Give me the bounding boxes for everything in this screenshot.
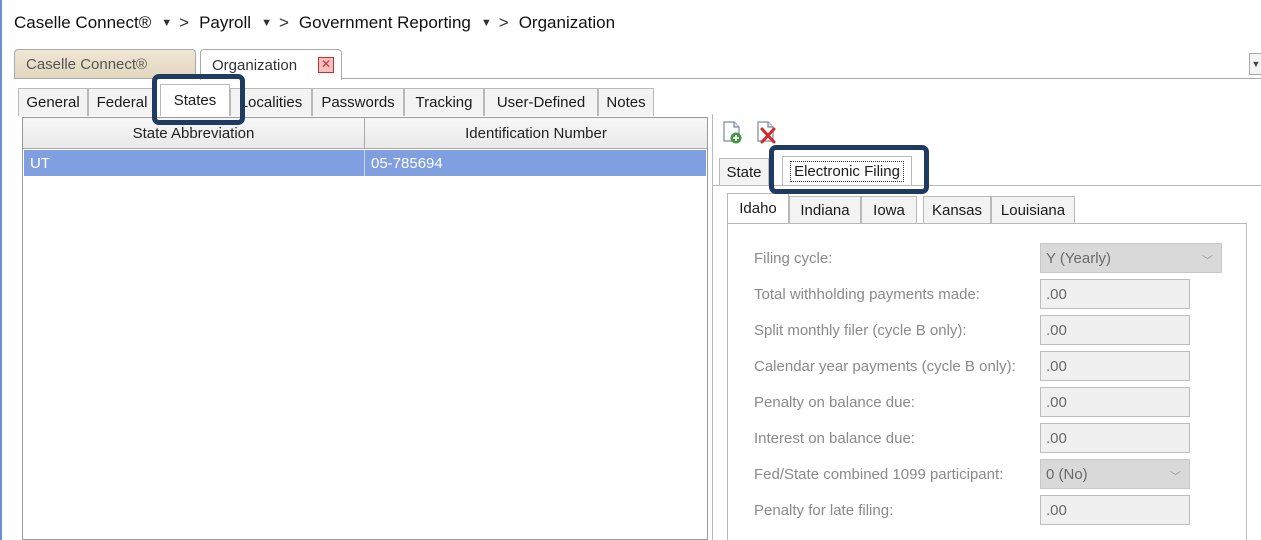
tab-federal[interactable]: Federal	[88, 88, 156, 116]
state-tab-bar: Idaho Indiana Iowa Kansas Louisiana	[727, 193, 1107, 223]
combined-1099-label: Fed/State combined 1099 participant:	[754, 466, 1004, 483]
doc-tab-label: Organization	[212, 56, 298, 74]
chevron-down-icon[interactable]: ▼	[261, 17, 272, 29]
calendar-year-payments-value: .00	[1046, 357, 1067, 375]
breadcrumb-government-reporting[interactable]: Government Reporting	[299, 13, 471, 33]
filing-cycle-select[interactable]: Y (Yearly) ﹀	[1040, 243, 1222, 273]
tab-tracking[interactable]: Tracking	[404, 88, 484, 116]
breadcrumb: Caselle Connect® ▼ > Payroll ▼ > Governm…	[14, 10, 615, 36]
split-monthly-filer-field[interactable]: .00	[1040, 315, 1190, 345]
states-grid: State Abbreviation Identification Number…	[22, 117, 708, 540]
filing-cycle-value: Y (Yearly)	[1046, 249, 1112, 267]
cell-state-abbreviation[interactable]: UT	[24, 150, 365, 176]
doc-tab-caselle-connect[interactable]: Caselle Connect®	[14, 49, 196, 78]
document-tab-bar: Caselle Connect® Organization ✕ ▼	[14, 49, 1261, 80]
tab-idaho[interactable]: Idaho	[727, 193, 789, 223]
total-withholding-field[interactable]: .00	[1040, 279, 1190, 309]
window-edge	[0, 0, 2, 540]
delete-document-icon[interactable]	[755, 120, 777, 144]
add-document-icon[interactable]	[721, 120, 743, 144]
tab-localities[interactable]: Localities	[230, 88, 312, 116]
penalty-balance-due-label: Penalty on balance due:	[754, 394, 915, 411]
breadcrumb-caselle-connect[interactable]: Caselle Connect®	[14, 13, 151, 33]
chevron-down-icon[interactable]: ▼	[1249, 53, 1261, 75]
tab-state[interactable]: State	[719, 158, 769, 185]
tab-electronic-filing-label: Electronic Filing	[790, 160, 904, 182]
column-header-identification-number[interactable]: Identification Number	[365, 118, 707, 149]
idaho-filing-form: Filing cycle: Y (Yearly) ﹀ Total withhol…	[727, 223, 1247, 540]
interest-balance-due-field[interactable]: .00	[1040, 423, 1190, 453]
tab-electronic-filing[interactable]: Electronic Filing	[782, 156, 912, 185]
tab-kansas[interactable]: Kansas	[923, 196, 991, 223]
breadcrumb-separator: >	[278, 13, 289, 32]
column-header-state-abbreviation[interactable]: State Abbreviation	[23, 118, 365, 149]
tab-state-label: State	[726, 163, 762, 181]
chevron-down-icon: ﹀	[1170, 471, 1181, 483]
tab-louisiana[interactable]: Louisiana	[991, 196, 1075, 223]
breadcrumb-separator: >	[498, 13, 509, 32]
penalty-late-filing-field[interactable]: .00	[1040, 495, 1190, 525]
penalty-late-filing-value: .00	[1046, 501, 1067, 519]
tab-states[interactable]: States	[160, 84, 230, 116]
calendar-year-payments-field[interactable]: .00	[1040, 351, 1190, 381]
chevron-down-icon[interactable]: ▼	[161, 17, 172, 29]
tab-iowa[interactable]: Iowa	[861, 196, 917, 223]
tab-general[interactable]: General	[18, 88, 88, 116]
state-detail-panel: State Electronic Filing Idaho Indiana Io…	[712, 114, 1261, 540]
breadcrumb-organization[interactable]: Organization	[519, 13, 615, 33]
breadcrumb-separator: >	[179, 13, 190, 32]
tab-passwords[interactable]: Passwords	[312, 88, 404, 116]
penalty-balance-due-field[interactable]: .00	[1040, 387, 1190, 417]
table-row[interactable]: UT 05-785694	[24, 150, 706, 176]
tab-user-defined[interactable]: User-Defined	[484, 88, 598, 116]
interest-balance-due-label: Interest on balance due:	[754, 430, 915, 447]
total-withholding-label: Total withholding payments made:	[754, 286, 980, 303]
chevron-down-icon: ﹀	[1202, 255, 1213, 267]
breadcrumb-payroll[interactable]: Payroll	[199, 13, 251, 33]
combined-1099-value: 0 (No)	[1046, 465, 1088, 483]
split-monthly-filer-value: .00	[1046, 321, 1067, 339]
total-withholding-value: .00	[1046, 285, 1067, 303]
grid-header: State Abbreviation Identification Number	[23, 118, 707, 149]
close-icon[interactable]: ✕	[318, 57, 334, 73]
divider	[713, 185, 1261, 186]
calendar-year-payments-label: Calendar year payments (cycle B only):	[754, 358, 1016, 375]
combined-1099-select[interactable]: 0 (No) ﹀	[1040, 459, 1190, 489]
tab-indiana[interactable]: Indiana	[789, 196, 861, 223]
doc-tab-organization[interactable]: Organization ✕	[200, 49, 342, 80]
interest-balance-due-value: .00	[1046, 429, 1067, 447]
split-monthly-filer-label: Split monthly filer (cycle B only):	[754, 322, 967, 339]
penalty-late-filing-label: Penalty for late filing:	[754, 502, 894, 519]
penalty-balance-due-value: .00	[1046, 393, 1067, 411]
section-tab-bar: General Federal States Localities Passwo…	[18, 84, 658, 116]
cell-identification-number[interactable]: 05-785694	[365, 150, 706, 176]
doc-tab-label: Caselle Connect®	[26, 55, 148, 73]
filing-cycle-label: Filing cycle:	[754, 250, 833, 267]
chevron-down-icon[interactable]: ▼	[481, 17, 492, 29]
tab-notes[interactable]: Notes	[598, 88, 654, 116]
